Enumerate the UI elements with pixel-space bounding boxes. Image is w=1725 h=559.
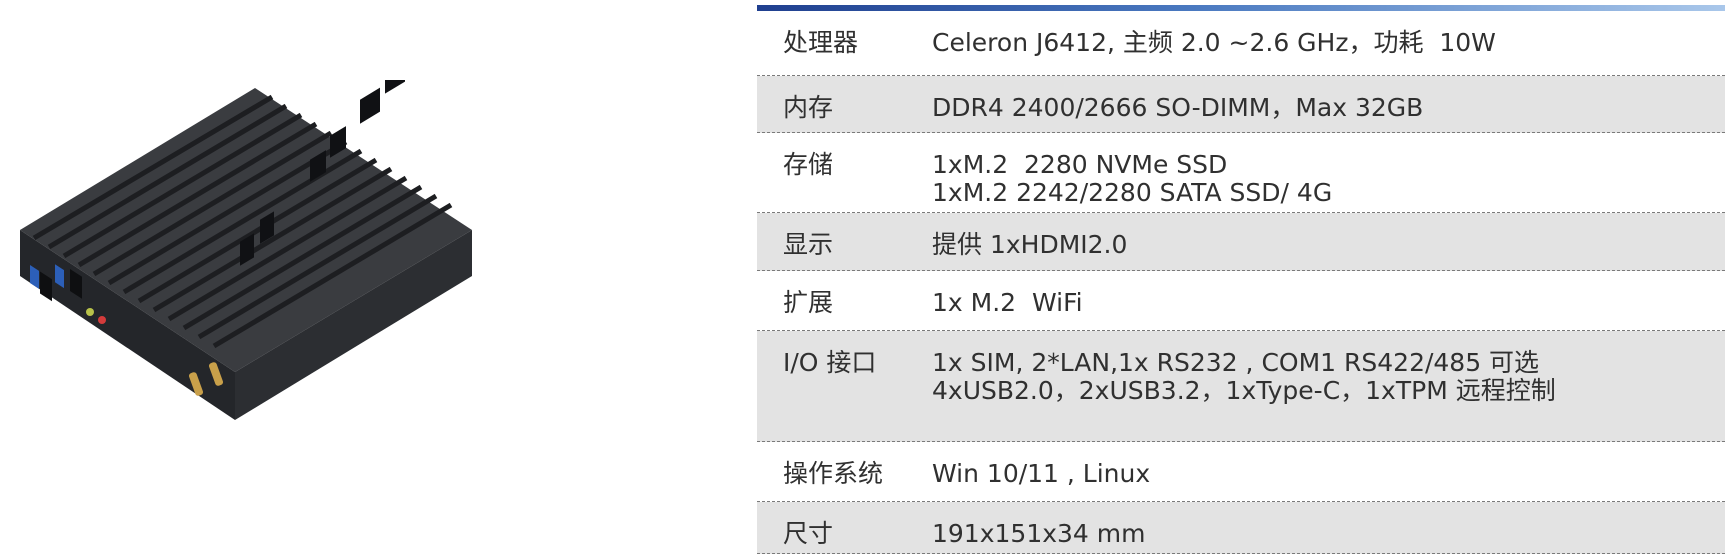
spec-value: 1x M.2 WiFi (932, 289, 1725, 317)
spec-label: 扩展 (783, 288, 834, 317)
spec-value-line: 191x151x34 mm (932, 519, 1146, 548)
spec-row-os: 操作系统 Win 10/11 , Linux (757, 442, 1725, 502)
spec-row-io: I/O 接口 1x SIM, 2*LAN,1x RS232 , COM1 RS4… (757, 331, 1725, 442)
mini-pc-product-image (20, 80, 472, 420)
spec-row-expansion: 扩展 1x M.2 WiFi (757, 271, 1725, 331)
spec-value: 1xM.2 2280 NVMe SSD 1xM.2 2242/2280 SATA… (932, 151, 1725, 207)
spec-row-display: 显示 提供 1xHDMI2.0 (757, 213, 1725, 271)
spec-label: 显示 (783, 230, 834, 259)
spec-row-memory: 内存 DDR4 2400/2666 SO-DIMM，Max 32GB (757, 76, 1725, 133)
spec-row-processor: 处理器 Celeron J6412, 主频 2.0 ~2.6 GHz，功耗 10… (757, 11, 1725, 76)
spec-label: 处理器 (783, 28, 859, 57)
spec-table: 处理器 Celeron J6412, 主频 2.0 ~2.6 GHz，功耗 10… (757, 5, 1725, 554)
spec-label: 操作系统 (783, 459, 884, 488)
spec-label: 内存 (783, 93, 834, 122)
spec-value-line: 1x SIM, 2*LAN,1x RS232 , COM1 RS422/485 … (932, 348, 1540, 377)
spec-value: 191x151x34 mm (932, 520, 1725, 548)
spec-value: 1x SIM, 2*LAN,1x RS232 , COM1 RS422/485 … (932, 349, 1725, 405)
spec-label: 存储 (783, 150, 834, 179)
spec-value-line: DDR4 2400/2666 SO-DIMM，Max 32GB (932, 93, 1424, 122)
spec-value: Win 10/11 , Linux (932, 460, 1725, 488)
spec-value-line: Celeron J6412, 主频 2.0 ~2.6 GHz，功耗 10W (932, 28, 1496, 57)
spec-label: I/O 接口 (783, 348, 877, 377)
spec-value-line: 4xUSB2.0，2xUSB3.2，1xType-C，1xTPM 远程控制 (932, 376, 1556, 405)
spec-value-line: Win 10/11 , Linux (932, 459, 1151, 488)
spec-value-line: 1x M.2 WiFi (932, 288, 1083, 317)
spec-value-line: 1xM.2 2280 NVMe SSD (932, 150, 1228, 179)
spec-value-line: 1xM.2 2242/2280 SATA SSD/ 4G (932, 178, 1333, 207)
spec-value: Celeron J6412, 主频 2.0 ~2.6 GHz，功耗 10W (932, 29, 1725, 57)
spec-value: DDR4 2400/2666 SO-DIMM，Max 32GB (932, 94, 1725, 122)
spec-value-line: 提供 1xHDMI2.0 (932, 230, 1128, 259)
spec-row-storage: 存储 1xM.2 2280 NVMe SSD 1xM.2 2242/2280 S… (757, 133, 1725, 213)
spec-label: 尺寸 (783, 519, 834, 548)
spec-row-dimensions: 尺寸 191x151x34 mm (757, 502, 1725, 554)
spec-value: 提供 1xHDMI2.0 (932, 231, 1725, 259)
